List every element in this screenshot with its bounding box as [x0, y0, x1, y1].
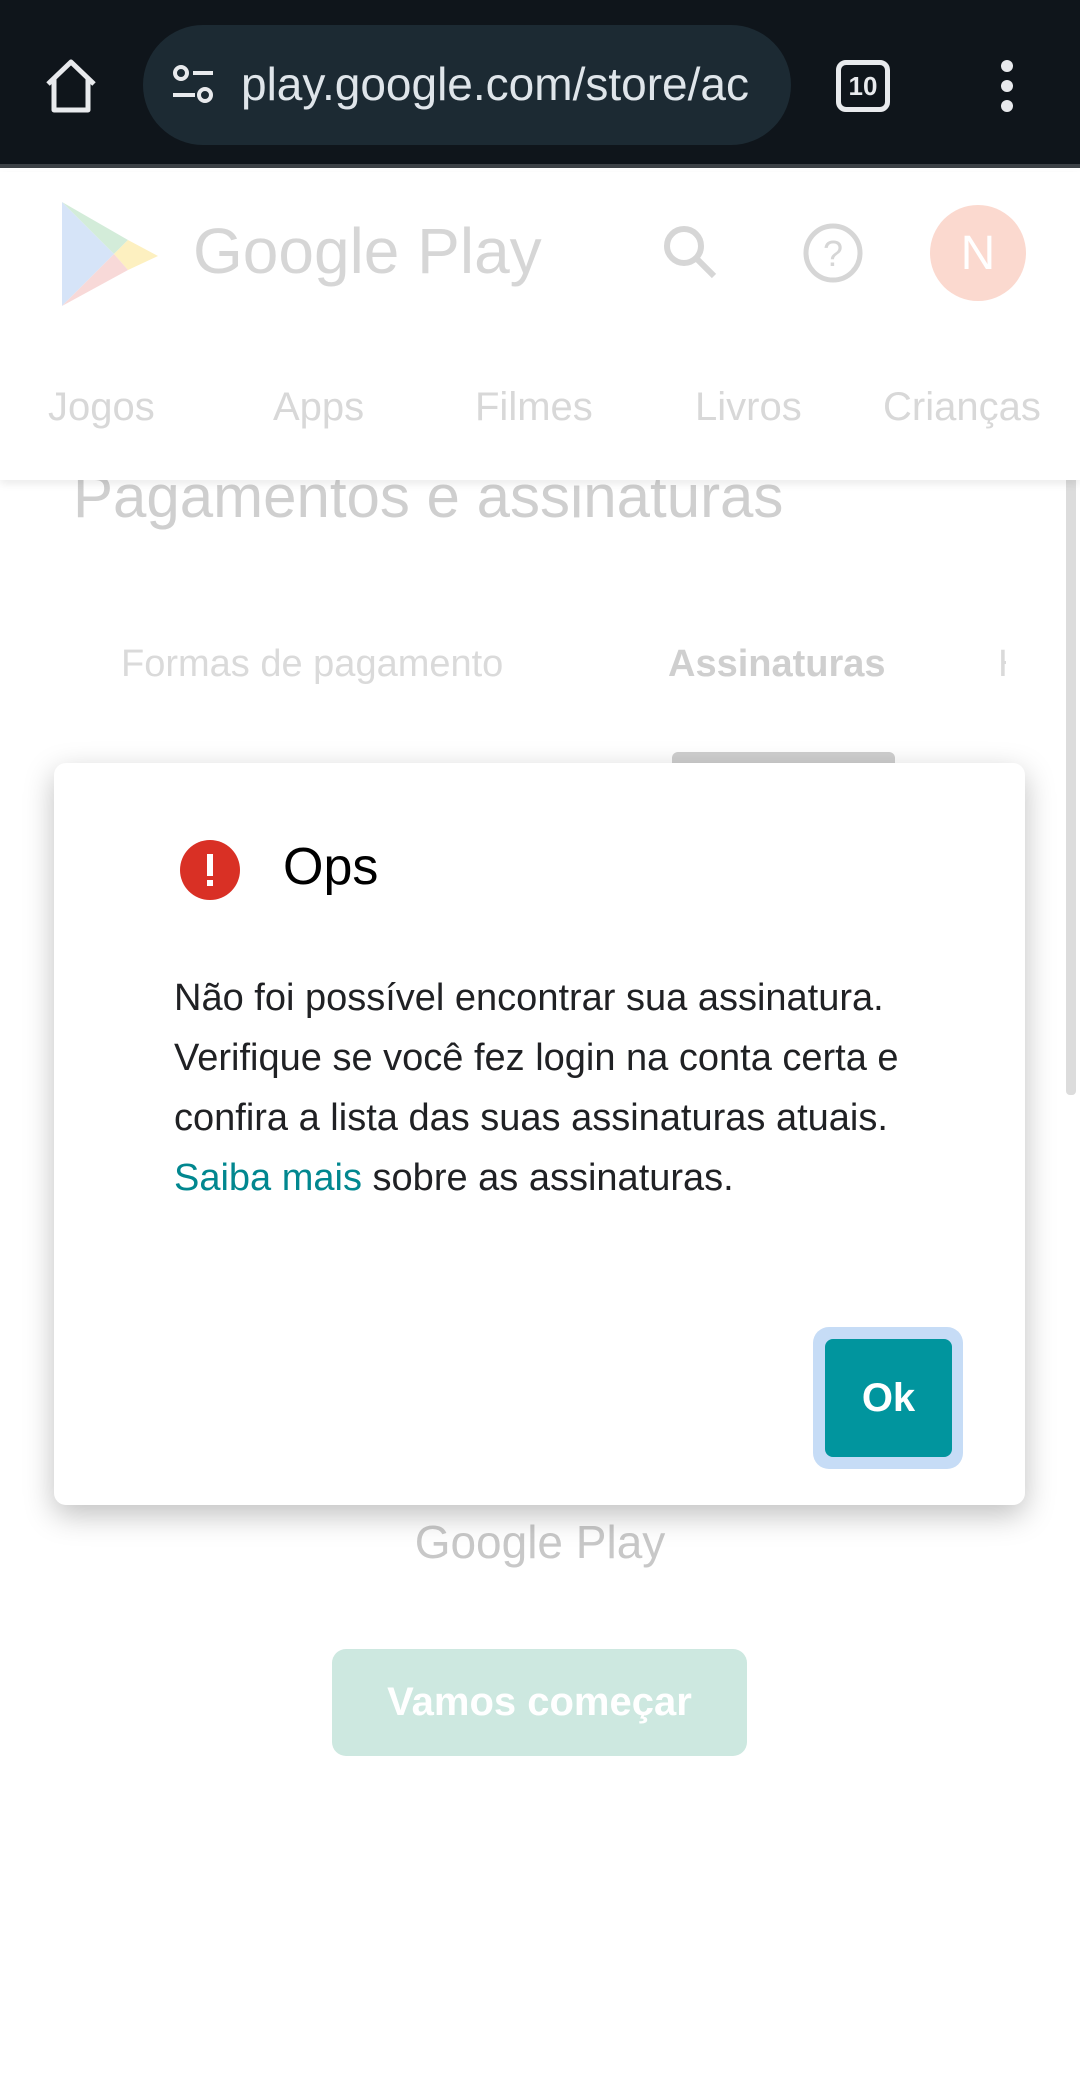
nav-apps[interactable]: Apps: [273, 385, 364, 430]
google-play-wordmark: Google Play: [193, 215, 542, 287]
nav-criancas[interactable]: Crianças: [883, 385, 1041, 430]
nav-filmes[interactable]: Filmes: [475, 385, 593, 430]
google-play-logo[interactable]: [58, 198, 162, 310]
dialog-message-text: Não foi possível encontrar sua assinatur…: [174, 977, 899, 1139]
more-vert-icon[interactable]: [995, 58, 1019, 114]
dialog-title: Ops: [283, 838, 379, 896]
address-bar[interactable]: play.google.com/store/ac: [143, 25, 791, 145]
error-dialog: Ops Não foi possível encontrar sua assin…: [54, 763, 1025, 1505]
ok-button[interactable]: Ok: [825, 1339, 952, 1457]
tabs-button[interactable]: 10: [836, 60, 890, 112]
help-icon[interactable]: ?: [802, 222, 864, 284]
home-icon[interactable]: [44, 58, 98, 114]
subtab-history[interactable]: H: [998, 643, 1006, 686]
nav-livros[interactable]: Livros: [695, 385, 802, 430]
svg-text:?: ?: [823, 233, 843, 274]
learn-more-link[interactable]: Saiba mais: [174, 1157, 362, 1199]
site-settings-icon[interactable]: [169, 61, 217, 109]
search-icon[interactable]: [660, 222, 720, 282]
avatar[interactable]: N: [930, 205, 1026, 301]
url-text: play.google.com/store/ac: [241, 58, 749, 110]
footer-google-play: Google Play: [414, 1516, 666, 1568]
nav-jogos[interactable]: Jogos: [48, 385, 155, 430]
dialog-message-end: sobre as assinaturas.: [372, 1157, 734, 1199]
subtab-subscriptions[interactable]: Assinaturas: [668, 643, 886, 686]
subtab-payment-methods[interactable]: Formas de pagamento: [121, 643, 503, 686]
error-icon: [180, 840, 240, 900]
dialog-message: Não foi possível encontrar sua assinatur…: [174, 968, 934, 1208]
browser-toolbar: play.google.com/store/ac 10: [0, 0, 1080, 168]
get-started-button[interactable]: Vamos começar: [332, 1649, 747, 1756]
play-header: Google Play ? N Jogos Apps Filmes Livros…: [0, 172, 1080, 480]
